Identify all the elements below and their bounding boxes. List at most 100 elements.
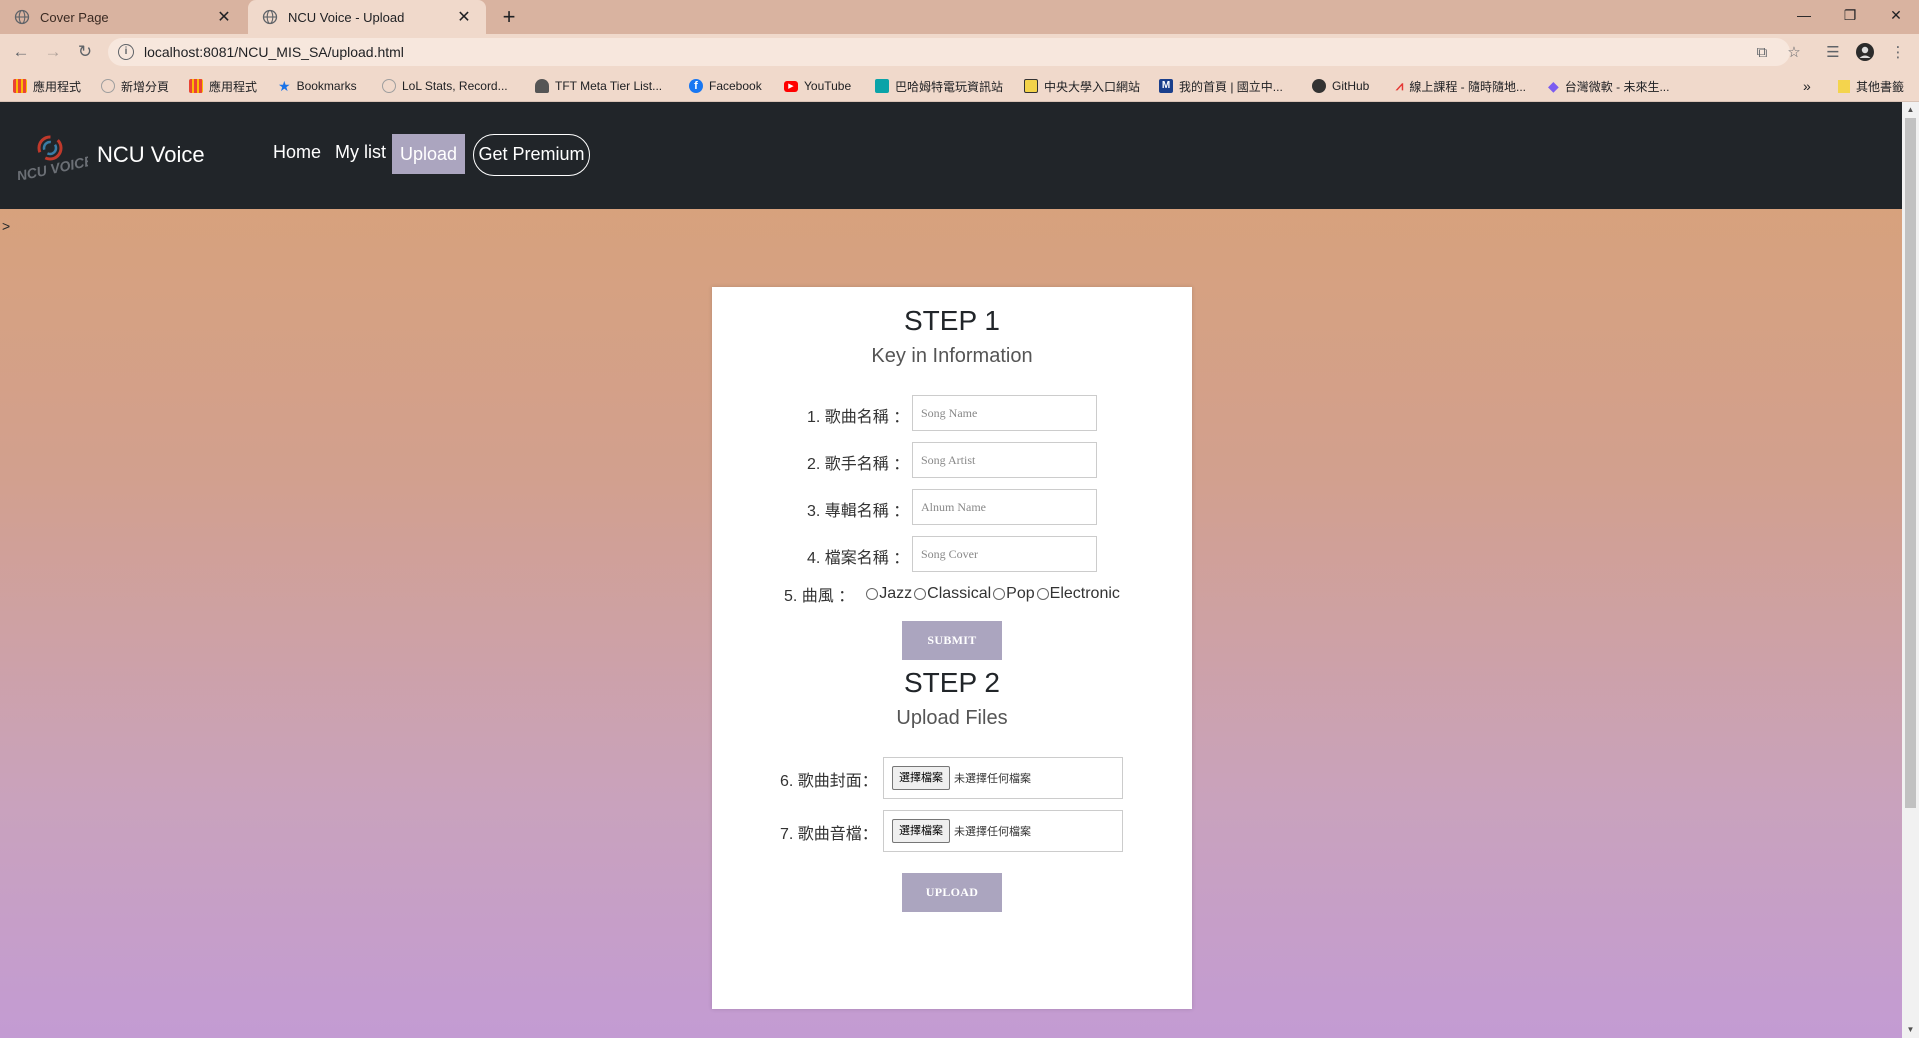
bookmark-other[interactable]: 其他書籤 (1838, 77, 1904, 95)
genre-option-electronic[interactable]: Electronic (1035, 585, 1120, 603)
song-artist-label: 2. 歌手名稱 ： (807, 456, 910, 473)
url-text: localhost:8081/NCU_MIS_SA/upload.html (144, 44, 404, 60)
m-icon: M (1159, 79, 1173, 93)
song-name-input[interactable] (912, 395, 1097, 431)
address-bar[interactable]: i localhost:8081/NCU_MIS_SA/upload.html (108, 38, 1790, 66)
info-icon[interactable]: i (118, 44, 134, 60)
choose-file-button[interactable]: 選擇檔案 (892, 766, 950, 790)
github-icon (1312, 79, 1326, 93)
bookmark-label: 應用程式 (33, 79, 82, 94)
bookmark-label: 中央大學入口網站 (1044, 79, 1141, 94)
bookmark-github[interactable]: GitHub (1312, 77, 1369, 95)
bookmark-label: 應用程式 (209, 79, 258, 94)
radio-pop[interactable] (993, 588, 1006, 600)
nav-my-list[interactable]: My list (335, 142, 386, 163)
bookmark-label: 其他書籤 (1856, 79, 1905, 94)
file-status: 未選擇任何檔案 (954, 773, 1031, 785)
browser-tab-bar: Cover Page ✕ NCU Voice - Upload ✕ + — ❐ … (0, 0, 1919, 34)
folder-icon (1838, 79, 1850, 93)
minimize-icon[interactable]: — (1781, 0, 1827, 30)
scroll-down-icon[interactable]: ▼ (1902, 1022, 1919, 1038)
submit-button[interactable]: SUBMIT (902, 621, 1002, 660)
song-audio-label: 7. 歌曲音檔： (780, 826, 878, 843)
stray-text: > (2, 218, 11, 234)
tab-ncu-voice-upload[interactable]: NCU Voice - Upload ✕ (248, 0, 486, 34)
tft-icon (535, 79, 549, 93)
brand-name[interactable]: NCU Voice (97, 142, 205, 168)
file-name-input[interactable] (912, 536, 1097, 572)
bookmark-label: TFT Meta Tier List... (555, 79, 663, 93)
bookmark-bookmarks[interactable]: ★ Bookmarks (278, 77, 357, 95)
bookmark-ncu-portal[interactable]: 中央大學入口網站 (1024, 77, 1140, 95)
get-premium-button[interactable]: Get Premium (473, 134, 590, 176)
globe-icon (262, 9, 278, 25)
bookmark-label: YouTube (804, 79, 852, 93)
page-viewport: NCU VOICE NCU Voice Home My list Upload … (0, 102, 1902, 1038)
bookmark-bahamut[interactable]: 巴哈姆特電玩資訊站 (875, 77, 1003, 95)
scroll-up-icon[interactable]: ▲ (1902, 102, 1919, 118)
bookmark-new-tab[interactable]: 新增分頁 (101, 77, 169, 95)
step2-title: STEP 2 (904, 667, 1000, 698)
step1-title: STEP 1 (904, 305, 1000, 336)
bookmark-lol-stats[interactable]: LoL Stats, Record... (382, 77, 508, 95)
restore-icon[interactable]: ❐ (1827, 0, 1873, 30)
close-icon[interactable]: ✕ (456, 7, 472, 27)
nav-home[interactable]: Home (273, 142, 321, 163)
choose-file-button[interactable]: 選擇檔案 (892, 819, 950, 843)
tab-cover-page[interactable]: Cover Page ✕ (0, 0, 246, 34)
bookmark-online-course[interactable]: ⩘ 線上課程 - 隨時隨地... (1396, 77, 1526, 95)
bookmark-apps[interactable]: 應用程式 (13, 77, 81, 95)
genre-label: 5. 曲風 ： (784, 588, 855, 605)
bookmark-youtube[interactable]: ▶ YouTube (784, 77, 851, 95)
apps-grid-icon (13, 79, 27, 93)
bookmark-label: 我的首頁 | 國立中... (1179, 79, 1283, 94)
bookmark-star-icon[interactable]: ☆ (1784, 42, 1804, 62)
bookmark-label: GitHub (1332, 79, 1370, 93)
bookmarks-overflow-icon[interactable]: » (1803, 77, 1811, 95)
reload-icon[interactable]: ↻ (72, 39, 98, 65)
upload-button[interactable]: UPLOAD (902, 873, 1002, 912)
reading-list-icon[interactable]: ☰ (1823, 42, 1843, 62)
bookmark-tft[interactable]: TFT Meta Tier List... (535, 77, 662, 95)
song-cover-file-input[interactable]: 選擇檔案 未選擇任何檔案 (883, 757, 1123, 799)
translate-icon[interactable]: ⧉ (1752, 42, 1772, 62)
back-arrow-icon[interactable]: ← (8, 39, 34, 65)
radio-jazz[interactable] (866, 588, 879, 600)
nav-upload[interactable]: Upload (392, 134, 466, 174)
close-icon[interactable]: ✕ (216, 7, 232, 27)
bookmark-label: LoL Stats, Record... (402, 79, 508, 93)
radio-electronic[interactable] (1036, 588, 1049, 600)
bookmark-label: 台灣微軟 - 未來生... (1564, 79, 1670, 94)
page-scrollbar[interactable]: ▲ ▼ (1902, 102, 1919, 1038)
site-navbar: NCU VOICE NCU Voice Home My list Upload … (0, 102, 1902, 209)
tab-title: NCU Voice - Upload (288, 9, 405, 25)
genre-option-label: Pop (1006, 585, 1035, 602)
bookmark-apps-2[interactable]: 應用程式 (189, 77, 257, 95)
bahamut-icon (875, 79, 889, 93)
globe-icon (382, 79, 396, 93)
new-tab-button[interactable]: + (496, 4, 522, 30)
bookmark-my-home[interactable]: M 我的首頁 | 國立中... (1159, 77, 1283, 95)
globe-icon (14, 9, 30, 25)
genre-option-pop[interactable]: Pop (991, 585, 1035, 603)
bookmark-microsoft[interactable]: ◆ 台灣微軟 - 未來生... (1548, 77, 1669, 95)
profile-avatar[interactable] (1855, 42, 1875, 62)
song-artist-input[interactable] (912, 442, 1097, 478)
step2-subtitle: Upload Files (896, 707, 1008, 729)
forward-arrow-icon[interactable]: → (40, 39, 66, 65)
genre-option-label: Jazz (879, 585, 913, 602)
genre-option-classical[interactable]: Classical (912, 585, 991, 603)
ncu-voice-logo[interactable]: NCU VOICE (14, 132, 88, 180)
scrollbar-thumb[interactable] (1905, 118, 1916, 808)
file-status: 未選擇任何檔案 (954, 826, 1031, 838)
album-name-input[interactable] (912, 489, 1097, 525)
song-name-label: 1. 歌曲名稱 ： (807, 409, 910, 426)
window-close-icon[interactable]: ✕ (1873, 0, 1919, 30)
bookmark-facebook[interactable]: f Facebook (689, 77, 762, 95)
menu-kebab-icon[interactable]: ⋮ (1888, 42, 1908, 62)
song-cover-label: 6. 歌曲封面： (780, 773, 878, 790)
song-audio-file-input[interactable]: 選擇檔案 未選擇任何檔案 (883, 810, 1123, 852)
file-name-label: 4. 檔案名稱 ： (807, 550, 910, 567)
genre-option-jazz[interactable]: Jazz (864, 585, 912, 603)
radio-classical[interactable] (914, 588, 927, 600)
